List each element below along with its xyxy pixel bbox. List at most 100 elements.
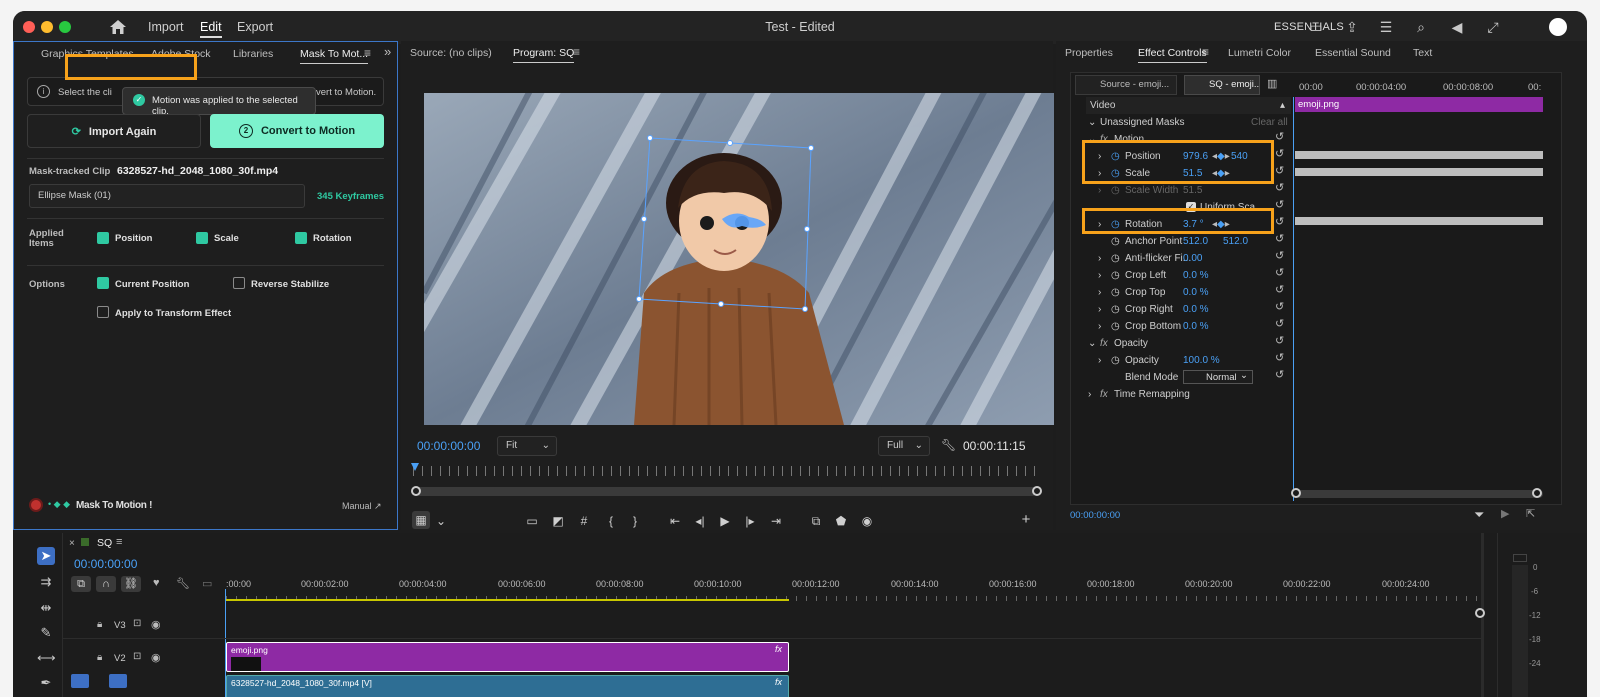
zoom-scrollbar[interactable] [415,487,1037,496]
lock-icon[interactable]: 🔒︎ [97,652,102,663]
stopwatch-icon[interactable]: ◷ [1111,304,1120,315]
reset-icon[interactable]: ↺ [1275,251,1287,262]
tab-source[interactable]: Source: (no clips) [410,47,492,59]
monitor-ruler[interactable] [413,466,1037,476]
tab-program[interactable]: Program: SQ [513,47,575,63]
time-remapping-row[interactable]: › fx Time Remapping [1086,386,1286,403]
linked-selection-icon[interactable]: ⛓ [121,576,141,592]
playhead-marker[interactable] [411,463,419,471]
chevron-right-icon[interactable]: › [1098,287,1101,298]
opacity-group-row[interactable]: ⌄ fx Opacity [1086,335,1286,352]
eye-icon[interactable]: ◉ [151,618,161,631]
track-target-a1[interactable] [109,674,127,688]
ec-timecode[interactable]: 00:00:00:00 [1070,510,1120,521]
scrollbar-handle-right[interactable] [1032,486,1042,496]
chevron-right-icon[interactable]: › [1088,389,1091,400]
camera-icon[interactable]: ◉ [859,514,875,528]
anchor-x-value[interactable]: 512.0 [1183,236,1208,247]
monitor-timecode[interactable]: 00:00:00:00 [417,439,480,453]
sequence-menu-icon[interactable]: ≡ [116,536,122,548]
import-again-button[interactable]: ⟳ Import Again [27,114,201,148]
timeline-wrench-icon[interactable]: 🔧︎ [176,577,190,590]
razor-icon[interactable]: ✎ [37,624,55,642]
manual-link[interactable]: Manual ↗ [342,501,382,512]
eye-icon[interactable]: ◉ [151,651,161,664]
stopwatch-icon[interactable]: ◷ [1111,236,1120,247]
timeline-timecode[interactable]: 00:00:00:00 [74,557,137,571]
position-checkbox[interactable] [97,232,109,244]
crop-right-value[interactable]: 0.0 % [1183,304,1209,315]
anchor-point-row[interactable]: ◷ Anchor Point 512.0 512.0 [1086,233,1286,250]
nest-icon[interactable]: ⧉ [71,576,91,592]
unassigned-masks-row[interactable]: ⌄ Unassigned Masks Clear all [1086,114,1288,131]
sync-lock-icon[interactable]: ⊡ [133,618,141,629]
collapse-arrow-icon[interactable]: ▴ [1280,100,1285,111]
track-select-icon[interactable]: ⇉ [37,573,55,591]
menu-lines-icon[interactable]: ☰ [1377,18,1395,36]
crop-top-row[interactable]: › ◷ Crop Top 0.0 % [1086,284,1286,301]
export-frame-icon[interactable]: ⇱ [1526,507,1535,520]
stopwatch-icon[interactable]: ◷ [1111,355,1120,366]
work-area-bar[interactable] [226,599,789,601]
grid-icon[interactable]: # [576,514,592,528]
reset-icon[interactable]: ↺ [1275,353,1287,364]
ec-scrollbar-handle-left[interactable] [1291,488,1301,498]
opacity-value[interactable]: 100.0 % [1183,355,1220,366]
go-to-in-icon[interactable]: ⇤ [667,514,683,528]
tab-lumetri-color[interactable]: Lumetri Color [1228,47,1291,59]
reverse-stabilize-checkbox[interactable] [233,277,245,289]
insert-icon[interactable]: ⧉ [808,514,824,529]
scale-checkbox[interactable] [196,232,208,244]
blend-mode-row[interactable]: Blend Mode Normal ⌄ [1086,369,1286,386]
crop-left-row[interactable]: › ◷ Crop Left 0.0 % [1086,267,1286,284]
chevron-down-icon[interactable]: ⌄ [1088,117,1096,128]
snap-icon[interactable]: ∩ [96,576,116,592]
panel-menu-icon[interactable]: ≡ [364,46,371,60]
avatar[interactable] [1549,18,1567,36]
step-back-icon[interactable]: ◂| [692,514,708,528]
selection-tool-icon[interactable]: ➤ [37,547,55,565]
position-keyframe-track[interactable] [1295,151,1543,159]
panel-layout-icon[interactable]: ▭ [1307,18,1325,36]
crop-left-value[interactable]: 0.0 % [1183,270,1209,281]
reset-icon[interactable]: ↺ [1275,149,1287,160]
tab-properties[interactable]: Properties [1065,47,1113,59]
scrollbar-handle-left[interactable] [411,486,421,496]
ec-scrollbar-handle-right[interactable] [1532,488,1542,498]
track-label-v3[interactable]: V3 [114,620,126,631]
play-audio-icon[interactable]: ▶ [1501,507,1509,520]
add-button-icon[interactable]: + [1018,511,1034,528]
go-to-out-icon[interactable]: ⇥ [768,514,784,528]
reset-icon[interactable]: ↺ [1275,268,1287,279]
reset-icon[interactable]: ↺ [1275,370,1287,381]
sync-lock-icon[interactable]: ⊡ [133,651,141,662]
reset-icon[interactable]: ↺ [1275,166,1287,177]
slip-icon[interactable]: ⟷ [37,649,56,667]
anti-flicker-row[interactable]: › ◷ Anti-flicker Fi... 0.00 [1086,250,1286,267]
anchor-y-value[interactable]: 512.0 [1223,236,1248,247]
sequence-clip-tab[interactable]: SQ - emoji... [1184,75,1260,95]
anti-flicker-value[interactable]: 0.00 [1183,253,1202,264]
current-position-checkbox[interactable] [97,277,109,289]
source-clip-tab[interactable]: Source - emoji... [1075,75,1177,95]
step-forward-icon[interactable]: |▸ [742,514,758,528]
chevron-down-icon[interactable]: ⌄ [433,514,449,528]
quality-select[interactable]: Full ⌄ [878,436,930,456]
reset-icon[interactable]: ↺ [1275,319,1287,330]
wrench-icon[interactable]: 🔧︎ [941,438,956,452]
reset-icon[interactable]: ↺ [1275,285,1287,296]
vscroll-handle[interactable] [1475,608,1485,618]
stopwatch-icon[interactable]: ◷ [1111,321,1120,332]
close-sequence-icon[interactable]: × [69,538,75,549]
track-label-v2[interactable]: V2 [114,653,126,664]
tab-essential-sound[interactable]: Essential Sound [1315,47,1391,59]
rotation-keyframe-track[interactable] [1295,217,1543,225]
reset-icon[interactable]: ↺ [1275,336,1287,347]
stopwatch-icon[interactable]: ◷ [1111,253,1120,264]
panel-menu-icon[interactable]: ≡ [1202,45,1209,59]
sequence-tab[interactable]: SQ [97,537,112,549]
ec-clip-bar[interactable]: emoji.png [1295,97,1543,112]
apply-transform-checkbox[interactable] [97,306,109,318]
track-target-v1[interactable] [71,674,89,688]
chevron-right-icon[interactable]: › [1098,270,1101,281]
